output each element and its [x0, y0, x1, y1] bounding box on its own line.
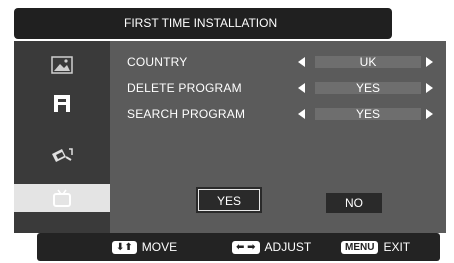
no-button[interactable]: NO [326, 193, 382, 213]
arrow-right-icon[interactable] [426, 109, 433, 119]
adjust-label: ADJUST [264, 240, 312, 254]
move-label: MOVE [141, 240, 178, 254]
exit-hint: MENU EXIT [341, 233, 410, 261]
footer-hints: ⬇⬆ MOVE ⬅ ➡ ADJUST MENU EXIT [37, 233, 440, 261]
menu-row-value: UK [315, 56, 421, 68]
menu-row-label: SEARCH PROGRAM [127, 107, 246, 121]
menu-row-search-program[interactable]: SEARCH PROGRAM YES [127, 107, 433, 121]
page-title: FIRST TIME INSTALLATION [124, 16, 278, 30]
menu-row-value: YES [315, 108, 421, 120]
menu-row-delete-program[interactable]: DELETE PROGRAM YES [127, 81, 433, 95]
menu-panel: COUNTRY UK DELETE PROGRAM YES SEARCH PRO… [14, 41, 446, 233]
menu-key: MENU [341, 240, 379, 254]
up-down-keys-icon: ⬇⬆ [112, 240, 137, 254]
exit-label: EXIT [383, 240, 411, 254]
arrow-right-icon[interactable] [426, 57, 433, 67]
channel-icon [52, 93, 72, 113]
sidebar-item-settings[interactable] [14, 133, 110, 177]
title-bar: FIRST TIME INSTALLATION [14, 8, 392, 39]
menu-row-label: DELETE PROGRAM [127, 81, 242, 95]
arrow-left-icon[interactable] [298, 109, 305, 119]
adjust-hint: ⬅ ➡ ADJUST [232, 233, 311, 261]
picture-icon [51, 56, 73, 74]
menu-content: COUNTRY UK DELETE PROGRAM YES SEARCH PRO… [110, 41, 446, 233]
menu-row-value: YES [315, 82, 421, 94]
sidebar-item-tv[interactable] [14, 184, 110, 212]
yes-button[interactable]: YES [196, 187, 262, 213]
move-hint: ⬇⬆ MOVE [112, 233, 177, 261]
arrow-left-icon[interactable] [298, 57, 305, 67]
sidebar [14, 41, 110, 233]
menu-row-country[interactable]: COUNTRY UK [127, 55, 433, 69]
tv-icon [52, 188, 72, 208]
menu-row-label: COUNTRY [127, 55, 188, 69]
sidebar-item-channel[interactable] [14, 81, 110, 125]
arrow-left-icon[interactable] [298, 83, 305, 93]
settings-icon [50, 145, 74, 165]
arrow-right-icon[interactable] [426, 83, 433, 93]
left-right-keys-icon: ⬅ ➡ [232, 240, 260, 254]
